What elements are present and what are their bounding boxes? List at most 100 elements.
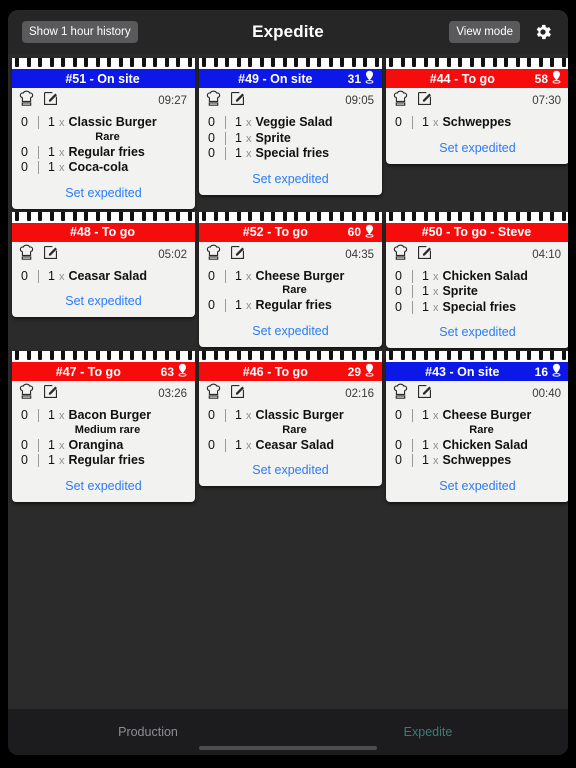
ticket-item-row[interactable]: 0 1 x Orangina (12, 438, 195, 454)
edit-icon[interactable] (43, 91, 58, 111)
chef-hat-icon[interactable] (19, 383, 34, 405)
ticket-item-row[interactable]: 0 1 x Schweppes (386, 453, 568, 469)
ticket-card[interactable]: #49 - On site 31 09:05 0 1 x Veggie Salad 0 1 x Sp… (199, 58, 382, 195)
set-expedited-button[interactable]: Set expedited (199, 316, 382, 347)
ticket-timer: 00:40 (532, 388, 561, 400)
ticket-item-row[interactable]: 0 1 x Special fries (199, 146, 382, 162)
chef-hat-icon[interactable] (393, 383, 408, 405)
set-expedited-button[interactable]: Set expedited (386, 133, 568, 164)
table-number: 29 (348, 363, 376, 380)
edit-icon[interactable] (417, 245, 432, 265)
ticket-item-row[interactable]: 0 1 x Ceasar Salad (12, 269, 195, 285)
set-expedited-button[interactable]: Set expedited (199, 455, 382, 486)
ticket-item-row[interactable]: 0 1 x Regular fries (12, 453, 195, 469)
ticket-item-row[interactable]: 0 1 x Cheese Burger (386, 408, 568, 424)
set-expedited-button[interactable]: Set expedited (199, 164, 382, 195)
ticket-item-row[interactable]: 0 1 x Sprite (199, 131, 382, 147)
set-expedited-button[interactable]: Set expedited (386, 317, 568, 348)
ticket-card[interactable]: #51 - On site 09:27 0 1 x Classic Burger Rare 0… (12, 58, 195, 209)
ticket-timer: 09:05 (345, 95, 374, 107)
set-expedited-button[interactable]: Set expedited (386, 471, 568, 502)
table-number: 31 (348, 70, 376, 87)
ticket-item-row[interactable]: 0 1 x Schweppes (386, 115, 568, 131)
ticket-title: #44 - To go (429, 71, 495, 86)
ticket-card[interactable]: #46 - To go 29 02:16 0 1 x Classic Burger Rare 0… (199, 351, 382, 486)
ticket-item-row[interactable]: 0 1 x Bacon Burger (12, 408, 195, 424)
item-multiplier: x (245, 300, 252, 312)
ticket-item-row[interactable]: 0 1 x Coca-cola (12, 160, 195, 176)
item-done-count: 0 (21, 453, 28, 467)
edit-icon[interactable] (230, 245, 245, 265)
ticket-toolbar: 09:27 (12, 88, 195, 114)
item-multiplier: x (432, 286, 439, 298)
item-done-count: 0 (208, 268, 215, 283)
ticket-card[interactable]: #52 - To go 60 04:35 0 1 x Cheese Burger Rare 0 1… (199, 211, 382, 347)
chef-hat-icon[interactable] (19, 244, 34, 266)
edit-icon[interactable] (43, 384, 58, 404)
item-done-count: 0 (395, 453, 402, 467)
item-multiplier: x (432, 117, 439, 129)
ticket-item-list: 0 1 x Veggie Salad 0 1 x Sprite 0 1 x Special fries (199, 114, 382, 164)
ticket-item-row[interactable]: 0 1 x Sprite (386, 284, 568, 300)
item-quantity: 1 (48, 160, 55, 174)
ticket-item-row[interactable]: 0 1 x Veggie Salad (199, 115, 382, 131)
chef-hat-icon[interactable] (206, 90, 221, 112)
chef-hat-icon[interactable] (393, 90, 408, 112)
chef-hat-icon[interactable] (206, 244, 221, 266)
item-quantity: 1 (422, 284, 429, 298)
ticket-item-row[interactable]: 0 1 x Regular fries (199, 298, 382, 314)
item-name: Regular fries (68, 453, 145, 467)
ticket-card[interactable]: #44 - To go 58 07:30 0 1 x Schweppes Set expedi… (386, 58, 568, 164)
ticket-item-row[interactable]: 0 1 x Special fries (386, 300, 568, 316)
ticket-toolbar: 09:05 (199, 88, 382, 114)
ticket-header: #51 - On site (12, 69, 195, 88)
ticket-item-row[interactable]: 0 1 x Ceasar Salad (199, 438, 382, 454)
gear-icon[interactable] (530, 19, 556, 45)
ticket-timer: 09:27 (158, 95, 187, 107)
edit-icon[interactable] (43, 245, 58, 265)
ticket-timer: 03:26 (158, 388, 187, 400)
ticket-item-row[interactable]: 0 1 x Cheese Burger (199, 269, 382, 285)
item-quantity: 1 (422, 437, 429, 452)
item-done-count: 0 (395, 437, 402, 452)
ticket-card[interactable]: #48 - To go 05:02 0 1 x Ceasar Salad Set exped… (12, 211, 195, 317)
ticket-item-list: 0 1 x Ceasar Salad (12, 268, 195, 287)
location-pin-icon (363, 70, 376, 87)
item-divider (225, 299, 226, 313)
item-quantity: 1 (422, 408, 429, 422)
item-name: Classic Burger (255, 408, 344, 422)
edit-icon[interactable] (417, 91, 432, 111)
ticket-item-row[interactable]: 0 1 x Chicken Salad (386, 438, 568, 454)
item-quantity: 1 (48, 453, 55, 467)
item-multiplier: x (58, 146, 65, 159)
set-expedited-button[interactable]: Set expedited (12, 471, 195, 502)
item-modifier: Rare (469, 423, 494, 436)
item-multiplier: x (432, 301, 439, 314)
chef-hat-icon[interactable] (206, 383, 221, 405)
ticket-item-list: 0 1 x Chicken Salad 0 1 x Sprite 0 1 x Special frie… (386, 268, 568, 318)
set-expedited-button[interactable]: Set expedited (12, 286, 195, 317)
item-done-count: 0 (21, 268, 28, 283)
item-divider (38, 269, 39, 283)
ticket-item-row[interactable]: 0 1 x Chicken Salad (386, 269, 568, 285)
item-modifier: Rare (95, 130, 120, 143)
table-number: 16 (535, 363, 563, 380)
edit-icon[interactable] (417, 384, 432, 404)
edit-icon[interactable] (230, 91, 245, 111)
edit-icon[interactable] (230, 384, 245, 404)
item-multiplier: x (432, 439, 439, 452)
ticket-item-row[interactable]: 0 1 x Regular fries (12, 145, 195, 161)
chef-hat-icon[interactable] (19, 90, 34, 112)
table-number-value: 29 (347, 364, 361, 379)
ticket-card[interactable]: #43 - On site 16 00:40 0 1 x Cheese Burger Rare… (386, 351, 568, 502)
ticket-card[interactable]: #47 - To go 63 03:26 0 1 x Bacon Burger Medium … (12, 351, 195, 502)
ticket-card[interactable]: #50 - To go - Steve 04:10 0 1 x Chicken Salad… (386, 211, 568, 348)
item-name: Regular fries (255, 298, 332, 312)
ticket-item-row[interactable]: 0 1 x Classic Burger (12, 115, 195, 131)
ticket-item-row[interactable]: 0 1 x Classic Burger (199, 408, 382, 424)
table-number: 58 (535, 70, 563, 87)
item-name: Regular fries (68, 144, 145, 159)
view-mode-button[interactable]: View mode (449, 21, 520, 43)
chef-hat-icon[interactable] (393, 244, 408, 266)
set-expedited-button[interactable]: Set expedited (12, 178, 195, 209)
